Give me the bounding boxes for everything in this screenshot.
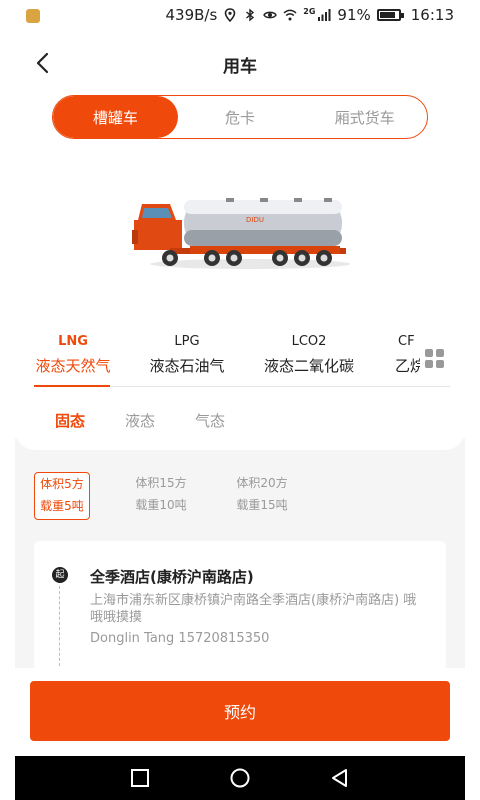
start-place-address: 上海市浦东新区康桥镇沪南路全季酒店(康桥沪南路店) 哦哦哦摸摸 <box>90 593 417 625</box>
clock: 16:13 <box>410 6 454 24</box>
state-tabs: 固态 液态 气态 <box>55 410 225 431</box>
wifi-icon <box>283 9 297 21</box>
gas-tab-name: 液态石油气 <box>149 357 225 375</box>
header: 用车 <box>0 40 480 86</box>
battery-icon <box>376 9 404 21</box>
app-notification-icon <box>26 9 40 23</box>
tank-truck-illustration: DIDU <box>132 198 350 269</box>
gas-tab-code: LPG <box>174 334 200 349</box>
spec-option-5[interactable]: 体积5方 载重5吨 <box>34 472 90 520</box>
state-tab-solid[interactable]: 固态 <box>55 410 85 431</box>
gas-tab-indicator <box>34 385 110 387</box>
gas-tab-lpg[interactable]: LPG 液态石油气 <box>148 334 226 376</box>
gas-tab-lco2[interactable]: LCO2 液态二氧化碳 <box>262 334 356 376</box>
spec-load: 载重5吨 <box>40 499 84 513</box>
gas-tab-code: LCO2 <box>291 334 327 349</box>
spec-volume: 体积20方 <box>236 476 288 490</box>
signal-icon <box>318 9 331 21</box>
spec-volume: 体积5方 <box>40 477 84 491</box>
gas-type-tabs: LNG 液态天然气 LPG 液态石油气 LCO2 液态二氧化碳 CF 乙烷 <box>0 334 420 384</box>
battery-fill <box>379 12 396 18</box>
battery-percent: 91% <box>337 6 371 24</box>
home-icon[interactable] <box>230 768 250 788</box>
vehicle-type-tabs: 槽罐车 危卡 厢式货车 <box>52 95 428 139</box>
gas-tab-name: 乙烷 <box>395 357 420 375</box>
status-bar: 439B/s 2G 91% 16:13 <box>0 0 480 32</box>
page-title: 用车 <box>223 57 257 77</box>
start-contact: Donglin Tang 15720815350 <box>90 631 270 646</box>
gas-tab-name: 液态天然气 <box>35 357 111 375</box>
start-marker: 起 <box>52 567 68 583</box>
gas-tab-name: 液态二氧化碳 <box>263 357 354 375</box>
spec-volume: 体积15方 <box>135 476 187 490</box>
tab-tank-truck[interactable]: 槽罐车 <box>53 96 178 138</box>
gas-tab-code: LNG <box>58 334 88 349</box>
tab-box-truck[interactable]: 厢式货车 <box>302 96 427 138</box>
start-place-name: 全季酒店(康桥沪南路店) <box>90 568 254 586</box>
gas-tab-code: CF <box>398 334 415 349</box>
gas-tab-lng[interactable]: LNG 液态天然气 <box>34 334 112 376</box>
spec-load: 载重15吨 <box>236 498 288 512</box>
route-connector <box>59 586 60 666</box>
bluetooth-icon <box>246 8 255 22</box>
state-tab-gas[interactable]: 气态 <box>195 410 225 431</box>
spec-option-15[interactable]: 体积15方 载重10吨 <box>130 472 192 520</box>
state-tab-liquid[interactable]: 液态 <box>125 410 155 431</box>
spec-option-20[interactable]: 体积20方 载重15吨 <box>231 472 293 520</box>
system-nav-bar <box>15 756 465 800</box>
tab-hazmat-truck[interactable]: 危卡 <box>178 96 303 138</box>
gas-tab-cf[interactable]: CF 乙烷 <box>390 334 420 376</box>
network-type: 2G <box>303 6 316 16</box>
spec-load: 载重10吨 <box>135 498 187 512</box>
eye-icon <box>263 11 278 19</box>
book-button[interactable]: 预约 <box>30 681 450 741</box>
truck-brand-label: DIDU <box>246 216 264 224</box>
back-nav-icon[interactable] <box>330 768 350 788</box>
net-speed: 439B/s <box>165 6 218 24</box>
grid-menu-icon[interactable] <box>424 348 446 370</box>
recent-apps-icon[interactable] <box>130 768 150 788</box>
location-icon <box>224 8 236 22</box>
